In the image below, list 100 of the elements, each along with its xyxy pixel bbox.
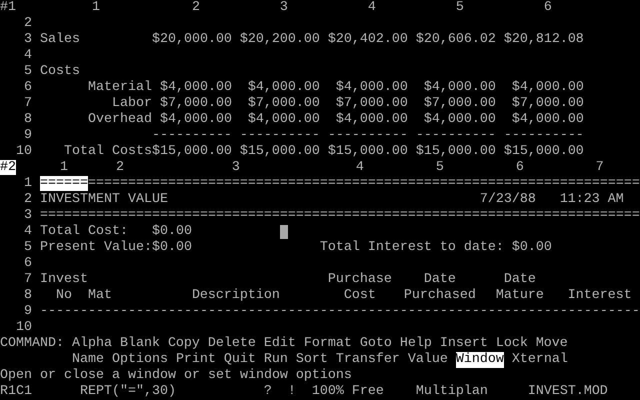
sheet-cell: Description [192,288,280,303]
column-header: 6 [516,160,524,175]
column-header: 5 [456,0,464,15]
sheet-cell: $15,000.00 [328,144,408,159]
sheet-cell: $20,200.00 [240,32,320,47]
sheet-cell: Total Cost: [40,224,128,239]
file-name: INVEST.MOD [528,384,608,399]
row-number: 2 [24,16,32,31]
sheet-cell: ---------- [240,128,320,143]
row-number: 9 [24,304,32,319]
sheet-cell: Overhead [88,112,152,127]
sheet-cell: $15,000.00 [504,144,584,159]
sheet-cell: INVESTMENT VALUE [40,192,168,207]
sheet-cell: $0.00 [152,240,192,255]
sheet-cell: =========================================================================== [40,208,640,223]
sheet-cell: Purchase [328,272,392,287]
menu-command[interactable]: Blank [120,336,160,352]
row-number: 8 [24,112,32,127]
row-number: 4 [24,224,32,239]
sheet-cell: 11:23 AM [560,192,624,207]
menu-command[interactable]: Window [456,352,504,368]
menu-command[interactable]: Sort [296,352,328,368]
column-header: 4 [356,160,364,175]
sheet-cell: Mature [496,288,544,303]
menu-command[interactable]: Print [176,352,216,368]
row-number: 6 [24,256,32,271]
menu-command[interactable]: Goto [360,336,392,352]
menu-command[interactable]: Insert [440,336,488,352]
sheet-cell: Total Interest to date: $0.00 [320,240,552,255]
column-header: 7 [596,160,604,175]
sheet-cell: Total Costs [64,144,152,159]
row-number: 3 [24,32,32,47]
row-number: 5 [24,240,32,255]
sheet-cell: $4,000.00 [512,112,584,127]
sheet-cell: $4,000.00 [160,80,232,95]
window-number: #1 [0,0,16,15]
menu-command[interactable]: Alpha [72,336,112,352]
menu-command[interactable]: Edit [264,336,296,352]
sheet-cell: Cost [344,288,376,303]
sheet-cell: $4,000.00 [336,80,408,95]
sheet-cell: Invest [40,272,88,287]
menu-command[interactable]: Format [304,336,352,352]
sheet-cell: Mat [88,288,112,303]
column-header: 3 [232,160,240,175]
column-header: 2 [192,0,200,15]
row-number: 3 [24,208,32,223]
sheet-cell: $4,000.00 [336,112,408,127]
sheet-cell: Date [504,272,536,287]
menu-command[interactable]: Quit [224,352,256,368]
sheet-cell: $0.00 [152,224,192,239]
menu-command[interactable]: Delete [208,336,256,352]
command-label: COMMAND: [0,336,64,351]
sheet-cell: $4,000.00 [512,80,584,95]
menu-command[interactable]: Help [400,336,432,352]
menu-command[interactable]: Xternal [512,352,568,368]
sheet-cell: $20,606.02 [416,32,496,47]
menu-command[interactable]: Lock [496,336,528,352]
row-number: 1 [24,176,32,191]
sheet-cell: $15,000.00 [416,144,496,159]
menu-command[interactable]: Transfer [336,352,400,368]
formula-text: REPT("=",30) [80,384,176,399]
menu-command[interactable]: Name [72,352,104,368]
sheet-cell: $7,000.00 [160,96,232,111]
sheet-cell: Present Value: [40,240,152,255]
column-header: 5 [436,160,444,175]
sheet-cell: ---------- [328,128,408,143]
menu-command[interactable]: Value [408,352,448,368]
menu-command[interactable]: Options [112,352,168,368]
row-number: 8 [24,288,32,303]
sheet-cell: --------------------------------------------------------------------------- [40,304,640,319]
column-header: 4 [368,0,376,15]
column-header: 6 [544,0,552,15]
cell-reference: R1C1 [0,384,32,399]
sheet-cell: $20,812.08 [504,32,584,47]
row-number: 10 [16,320,32,335]
sheet-cell: 7/23/88 [480,192,536,207]
sheet-cell: ---------- [152,128,232,143]
column-header: 1 [60,160,68,175]
memory-free: 100% Free [312,384,384,399]
sheet-cell: ===================================================================== [88,176,640,191]
row-number: 10 [16,144,32,159]
row-number: 2 [24,192,32,207]
menu-command[interactable]: Copy [168,336,200,352]
sheet-cell: ====== [40,176,88,191]
status-indicator: ? [264,384,272,399]
sheet-cell: Interest [568,288,632,303]
menu-command[interactable]: Run [264,352,288,368]
row-number: 7 [24,272,32,287]
sheet-cell: Date [424,272,456,287]
menu-command[interactable]: Move [536,336,568,352]
column-header: 2 [116,160,124,175]
sheet-cell: No [56,288,72,303]
sheet-cell: $7,000.00 [424,96,496,111]
window-number: #2 [0,160,16,175]
sheet-cell: Material [88,80,152,95]
sheet-cell: $15,000.00 [152,144,232,159]
row-number: 5 [24,64,32,79]
sheet-cell: $4,000.00 [160,112,232,127]
sheet-cell: $4,000.00 [424,112,496,127]
sheet-cell: $7,000.00 [336,96,408,111]
